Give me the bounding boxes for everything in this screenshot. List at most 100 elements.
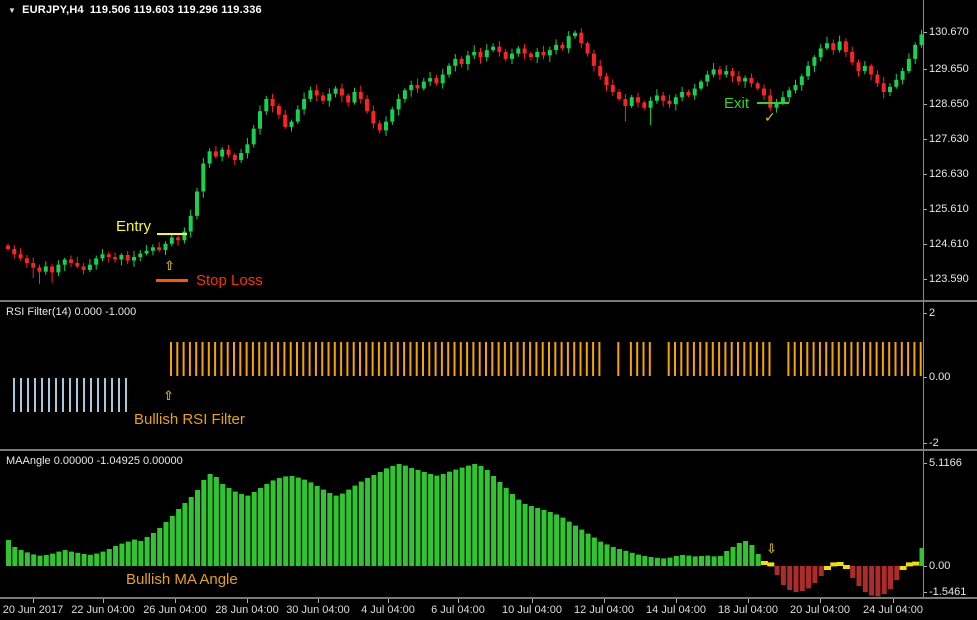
ma-bearish-bar: [806, 566, 811, 588]
bull-candle: [88, 265, 92, 270]
ma-bullish-bar: [598, 542, 603, 566]
rsi-bearish-bar: [48, 378, 50, 412]
bull-candle: [94, 258, 98, 264]
rsi-bullish-bar: [485, 342, 487, 376]
ma-bullish-bar: [119, 544, 124, 566]
bear-candle: [50, 266, 54, 272]
bull-candle: [44, 266, 48, 271]
bull-candle: [787, 90, 791, 97]
ma-bullish-bar: [567, 522, 572, 566]
ma-bullish-bar: [327, 493, 332, 566]
bull-candle: [491, 47, 495, 50]
ma-bearish-bar: [863, 566, 868, 592]
ma-bullish-bar: [434, 476, 439, 566]
ma-bullish-bar: [145, 537, 150, 566]
time-label: 28 Jun 04:00: [215, 604, 279, 616]
ma-bullish-bar: [453, 470, 458, 566]
bear-candle: [315, 90, 319, 95]
ma-bullish-bar: [88, 555, 93, 566]
price-chart-panel[interactable]: ▼ EURJPY,H4 119.506 119.603 119.296 119.…: [0, 0, 977, 300]
ma-bullish-bar: [378, 472, 383, 566]
bull-candle: [334, 89, 338, 94]
bull-candle: [151, 247, 155, 250]
ma-bullish-bar: [359, 482, 364, 566]
rsi-bullish-bar: [529, 342, 531, 376]
bear-candle: [479, 52, 483, 57]
rsi-bullish-bar: [302, 342, 304, 376]
rsi-bullish-bar: [378, 342, 380, 376]
rsi-bullish-bar: [283, 342, 285, 376]
ma-angle-panel[interactable]: MAAngle 0.00000 -1.04925 0.00000 ⇩ Bulli…: [0, 451, 977, 597]
bull-candle: [390, 109, 394, 121]
rsi-bullish-bar: [598, 342, 600, 376]
ma-flat-dash: [824, 566, 831, 570]
bear-candle: [523, 48, 527, 53]
ma-bullish-bar: [340, 494, 345, 566]
rsi-bullish-bar: [561, 342, 563, 376]
bear-candle: [434, 78, 438, 83]
rsi-panel-title: RSI Filter(14) 0.000 -1.000: [6, 306, 136, 318]
rsi-bearish-bar: [76, 378, 78, 412]
exit-check-icon: ✓: [764, 111, 776, 125]
rsi-filter-panel[interactable]: RSI Filter(14) 0.000 -1.000 ⇧ Bullish RS…: [0, 302, 977, 449]
bullish-rsi-filter-label: Bullish RSI Filter: [134, 412, 245, 427]
ma-bullish-bar: [586, 534, 591, 566]
rsi-bullish-bar: [510, 342, 512, 376]
ma-bullish-bar: [617, 549, 622, 566]
bear-candle: [107, 254, 111, 257]
rsi-bullish-bar: [724, 342, 726, 376]
ma-down-arrow-icon: ⇩: [766, 543, 777, 556]
bull-candle: [800, 76, 804, 85]
rsi-bullish-bar: [265, 342, 267, 376]
bull-candle: [308, 90, 312, 99]
bear-candle: [756, 83, 760, 88]
rsi-bearish-bar: [111, 378, 113, 412]
rsi-bullish-bar: [447, 342, 449, 376]
ma-bullish-bar: [756, 554, 761, 566]
ma-bullish-bar: [529, 506, 534, 566]
bull-candle: [138, 254, 142, 257]
bear-candle: [69, 259, 73, 262]
bull-candle: [397, 99, 401, 109]
rsi-bullish-bar: [832, 342, 834, 376]
ma-bullish-bar: [201, 480, 206, 566]
ma-bullish-bar: [686, 556, 691, 566]
ma-bullish-bar: [516, 500, 521, 566]
ma-bearish-bar: [781, 566, 786, 585]
bull-candle: [485, 50, 489, 57]
rsi-bullish-bar: [706, 342, 708, 376]
rsi-bullish-bar: [750, 342, 752, 376]
rsi-bullish-bar: [214, 342, 216, 376]
rsi-up-arrow-icon: ⇧: [163, 390, 174, 403]
bear-candle: [321, 95, 325, 100]
ma-bullish-bar: [649, 557, 654, 566]
entry-line: [157, 233, 187, 235]
rsi-bearish-bar: [41, 378, 43, 412]
time-axis[interactable]: 20 Jun 201722 Jun 04:0026 Jun 04:0028 Ju…: [0, 599, 977, 620]
bull-candle: [170, 238, 174, 244]
ma-bullish-bar: [227, 488, 232, 566]
rsi-bullish-bar: [567, 342, 569, 376]
price-scale-divider[interactable]: [923, 0, 924, 597]
rsi-bullish-bar: [435, 342, 437, 376]
bull-candle: [164, 244, 168, 250]
bull-candle: [409, 85, 413, 90]
exit-line: [757, 102, 789, 104]
ma-bullish-bar: [592, 538, 597, 566]
rsi-bullish-bar: [183, 342, 185, 376]
rsi-bullish-bar: [617, 342, 619, 376]
rsi-bullish-bar: [838, 342, 840, 376]
rsi-bearish-bar: [20, 378, 22, 412]
bull-candle: [208, 151, 212, 163]
bear-candle: [869, 66, 873, 75]
bull-candle: [819, 48, 823, 57]
bull-candle: [422, 82, 426, 89]
symbol-dropdown-icon[interactable]: ▼: [8, 6, 16, 15]
rsi-bearish-bar: [125, 378, 127, 412]
bear-candle: [686, 92, 690, 95]
time-label: 22 Jun 04:00: [71, 604, 135, 616]
time-label: 30 Jun 04:00: [286, 604, 350, 616]
rsi-bullish-bar: [819, 342, 821, 376]
ma-bullish-bar: [636, 555, 641, 566]
ma-bullish-bar: [384, 468, 389, 566]
